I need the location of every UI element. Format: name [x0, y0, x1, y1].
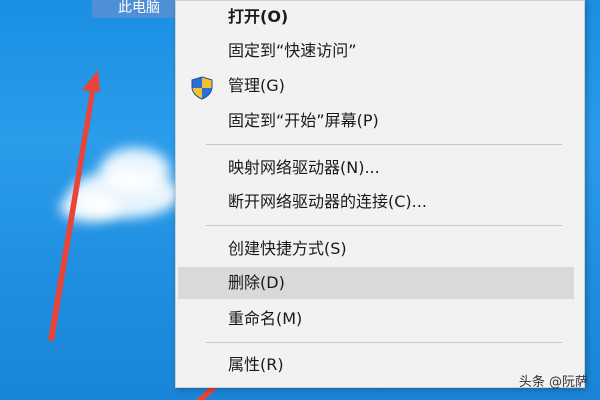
menu-item-delete[interactable]: 删除(D) — [178, 267, 574, 299]
menu-item-label: 重命名(M) — [228, 309, 303, 328]
menu-separator — [206, 225, 562, 226]
menu-item-label: 打开(O) — [228, 7, 289, 26]
menu-item-create-shortcut[interactable]: 创建快捷方式(S) — [176, 233, 584, 265]
menu-item-label: 固定到“快速访问” — [228, 41, 357, 60]
menu-item-map-network-drive[interactable]: 映射网络驱动器(N)... — [176, 152, 584, 184]
menu-item-label: 删除(D) — [228, 273, 285, 292]
menu-item-rename[interactable]: 重命名(M) — [176, 303, 584, 335]
menu-item-label: 断开网络驱动器的连接(C)... — [228, 192, 427, 211]
desktop-background: 此电脑 打开(O) 固定到“快速访问” 管理(G) 固定到“开始”屏幕(P) 映… — [0, 0, 600, 400]
shield-icon — [191, 76, 213, 100]
context-menu: 打开(O) 固定到“快速访问” 管理(G) 固定到“开始”屏幕(P) 映射网络驱… — [175, 0, 585, 388]
menu-separator — [206, 144, 562, 145]
menu-item-label: 属性(R) — [228, 355, 284, 374]
menu-item-disconnect-network-drive[interactable]: 断开网络驱动器的连接(C)... — [176, 186, 584, 218]
red-arrow-icon — [48, 70, 100, 341]
menu-separator — [206, 342, 562, 343]
menu-item-manage[interactable]: 管理(G) — [176, 70, 584, 102]
menu-item-label: 管理(G) — [228, 76, 285, 95]
menu-item-open[interactable]: 打开(O) — [176, 1, 584, 33]
menu-item-pin-start[interactable]: 固定到“开始”屏幕(P) — [176, 105, 584, 137]
menu-item-label: 映射网络驱动器(N)... — [228, 158, 380, 177]
menu-item-label: 固定到“开始”屏幕(P) — [228, 111, 379, 130]
watermark-text: 头条 @阮萨 — [518, 375, 588, 390]
menu-item-pin-quick-access[interactable]: 固定到“快速访问” — [176, 35, 584, 67]
menu-item-label: 创建快捷方式(S) — [228, 239, 347, 258]
